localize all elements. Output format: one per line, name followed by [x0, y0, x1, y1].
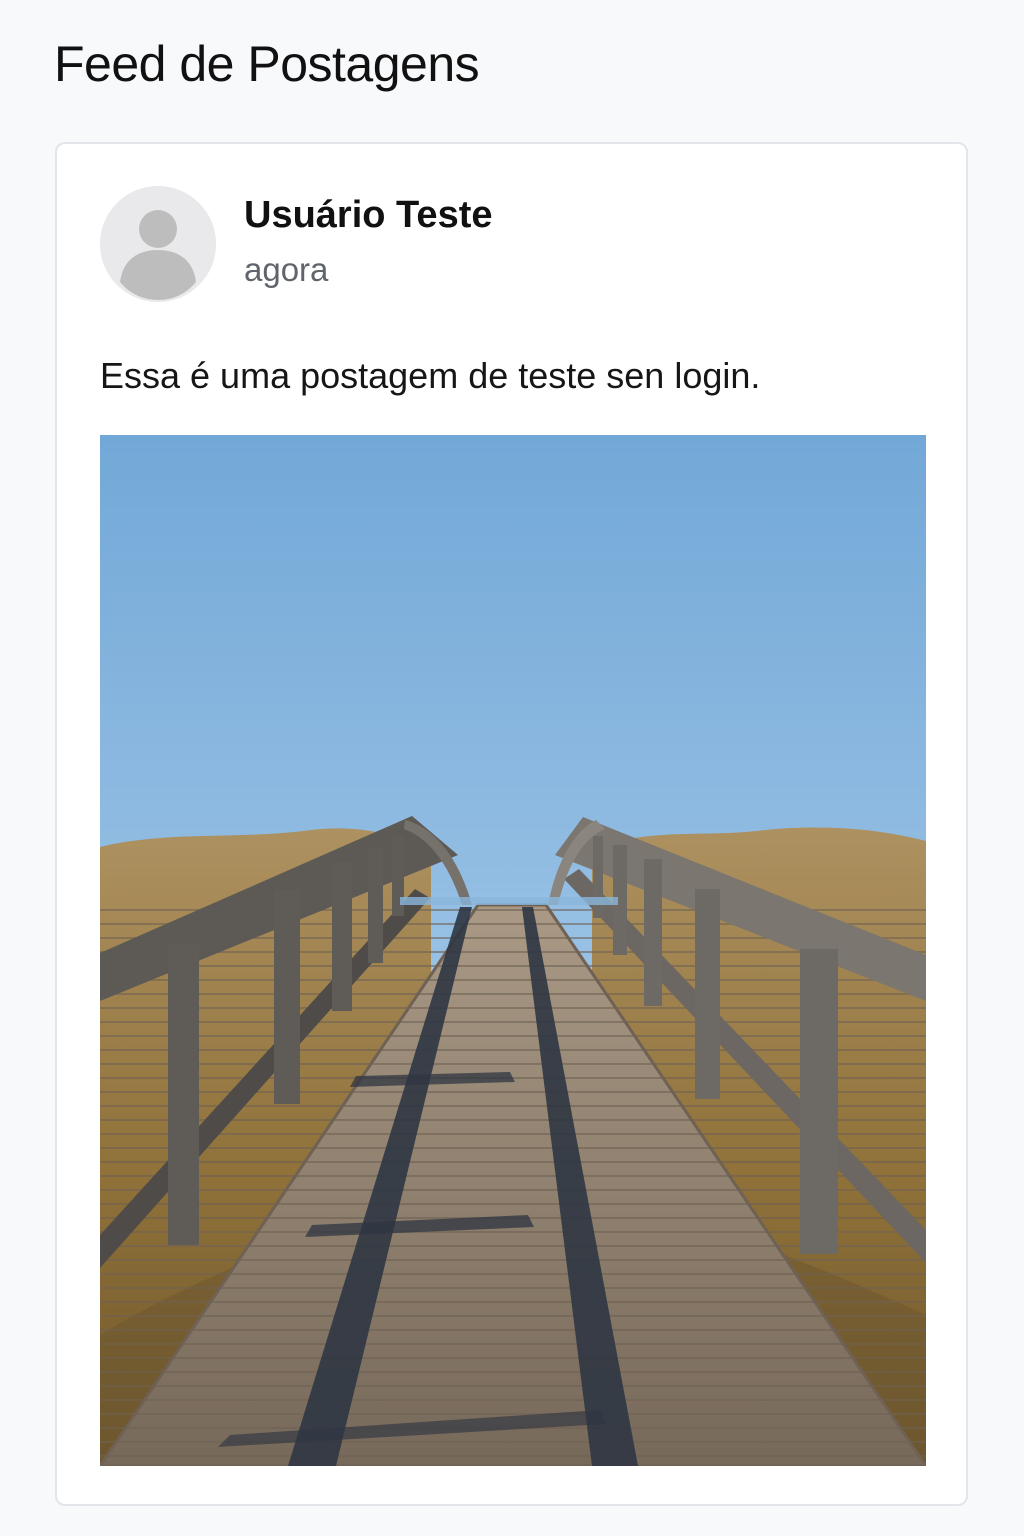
post-text: Essa é uma postagem de teste sen login. [100, 355, 761, 396]
feed-page: Feed de Postagens Usuário Teste agora Es… [0, 0, 1024, 1536]
post-timestamp: agora [244, 251, 329, 288]
post-card[interactable]: Usuário Teste agora Essa é uma postagem … [55, 142, 968, 1506]
post-image[interactable] [100, 435, 926, 1466]
author-name[interactable]: Usuário Teste [244, 190, 492, 240]
page-title: Feed de Postagens [54, 36, 480, 92]
user-avatar-icon[interactable] [100, 186, 216, 302]
